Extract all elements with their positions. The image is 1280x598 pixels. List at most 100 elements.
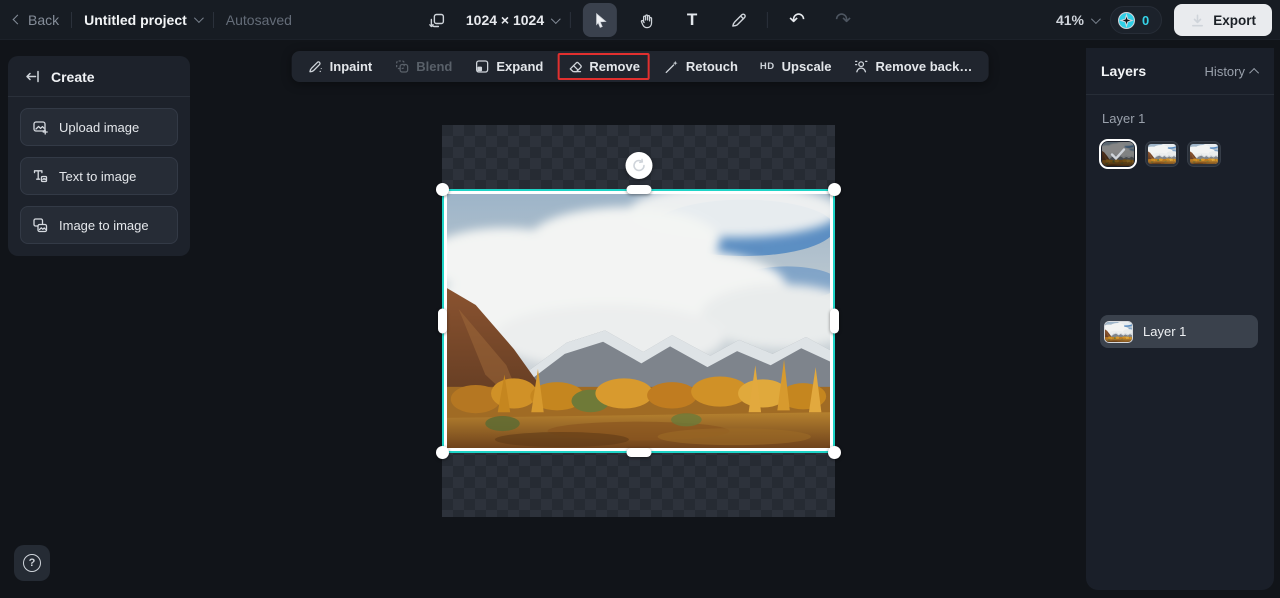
topbar-left-group: Back Untitled project Autosaved <box>0 11 292 28</box>
credits-icon <box>1118 11 1135 29</box>
layers-panel: Layers History Layer 1 Layer 1 <box>1086 48 1274 590</box>
topbar: Back Untitled project Autosaved 1024 × 1… <box>0 0 1280 40</box>
history-label: History <box>1204 63 1245 79</box>
blend-button[interactable]: Blend <box>394 59 452 74</box>
chevron-up-icon <box>1249 67 1260 78</box>
chevron-down-icon <box>1090 13 1101 24</box>
remove-background-label: Remove back… <box>875 59 973 74</box>
create-panel: Create Upload image Text to image Image … <box>8 56 190 256</box>
rotate-handle[interactable] <box>625 152 652 179</box>
export-label: Export <box>1213 12 1256 28</box>
expand-button[interactable]: Expand <box>474 59 543 74</box>
create-panel-title: Create <box>51 68 95 85</box>
canvas-size-dropdown[interactable]: 1024 × 1024 <box>465 12 561 28</box>
upscale-button[interactable]: HD Upscale <box>760 59 832 74</box>
retouch-button[interactable]: Retouch <box>664 59 738 74</box>
rotate-icon <box>631 158 646 173</box>
eraser-icon <box>567 59 582 74</box>
action-toolbar: Inpaint Blend Expand Remove Retouch HD U… <box>291 51 989 82</box>
landscape-image[interactable] <box>447 194 830 448</box>
divider <box>570 12 572 28</box>
text-tool-button[interactable]: T <box>675 3 709 37</box>
variant-thumbnails <box>1099 139 1261 169</box>
pen-icon <box>730 12 747 29</box>
text-to-image-label: Text to image <box>59 168 137 184</box>
chevron-down-icon <box>551 13 561 24</box>
resize-handle-right[interactable] <box>830 308 839 334</box>
remove-label: Remove <box>589 59 640 74</box>
tab-history[interactable]: History <box>1204 63 1260 79</box>
image-to-image-icon <box>32 217 49 234</box>
wand-icon <box>664 59 679 74</box>
divider <box>8 96 190 97</box>
draw-tool-button[interactable] <box>721 3 755 37</box>
layer-group-label: Layer 1 <box>1102 111 1146 126</box>
resize-handle-top-right[interactable] <box>828 183 841 196</box>
hand-icon <box>637 11 655 29</box>
layers-panel-header: Layers History <box>1086 48 1274 94</box>
divider <box>767 12 769 28</box>
download-icon <box>1190 13 1205 28</box>
inpaint-icon <box>308 59 323 74</box>
resize-handle-bottom-right[interactable] <box>828 446 841 459</box>
inpaint-button[interactable]: Inpaint <box>308 59 373 74</box>
create-panel-header: Create <box>8 56 190 96</box>
tab-layers[interactable]: Layers <box>1101 63 1146 79</box>
undo-button[interactable]: ↶ <box>780 3 814 37</box>
text-tool-icon: T <box>686 10 698 29</box>
upscale-label: Upscale <box>781 59 832 74</box>
divider <box>71 11 73 28</box>
expand-label: Expand <box>496 59 544 74</box>
resize-handle-top-left[interactable] <box>436 183 449 196</box>
chevron-down-icon <box>193 13 204 24</box>
upload-image-icon <box>32 119 49 136</box>
layer-list-item[interactable]: Layer 1 <box>1100 315 1258 348</box>
blend-label: Blend <box>416 59 453 74</box>
variant-thumbnail-2[interactable] <box>1145 141 1179 167</box>
divider <box>212 11 214 28</box>
retouch-label: Retouch <box>685 59 738 74</box>
image-to-image-button[interactable]: Image to image <box>20 206 178 244</box>
upload-image-button[interactable]: Upload image <box>20 108 178 146</box>
resize-handle-top[interactable] <box>626 185 651 194</box>
project-name-menu[interactable]: Untitled project <box>84 11 204 28</box>
resize-handle-bottom[interactable] <box>626 448 651 457</box>
resize-canvas-icon <box>428 12 445 29</box>
project-name: Untitled project <box>84 11 187 28</box>
help-button[interactable]: ? <box>14 545 50 581</box>
variant-thumbnail-selected[interactable] <box>1099 139 1137 169</box>
hand-tool-button[interactable] <box>629 3 663 37</box>
select-tool-button[interactable] <box>583 3 618 37</box>
credits-count: 0 <box>1142 12 1150 28</box>
layer-item-label: Layer 1 <box>1143 324 1187 339</box>
redo-icon: ↷ <box>835 9 852 31</box>
help-icon: ? <box>23 554 41 572</box>
autosave-status: Autosaved <box>225 11 292 28</box>
upload-image-label: Upload image <box>59 119 140 135</box>
remove-background-icon <box>854 59 869 74</box>
chevron-left-icon <box>12 14 23 25</box>
inpaint-label: Inpaint <box>329 59 373 74</box>
topbar-center-group: 1024 × 1024 T ↶ ↷ <box>420 0 860 40</box>
credits-pill[interactable]: 0 <box>1110 6 1163 34</box>
divider <box>1086 94 1274 95</box>
text-to-image-icon <box>32 168 49 185</box>
variant-thumbnail-3[interactable] <box>1187 141 1221 167</box>
remove-button[interactable]: Remove <box>557 53 650 80</box>
redo-button[interactable]: ↷ <box>826 3 860 37</box>
back-button[interactable]: Back <box>12 12 59 28</box>
resize-handle-left[interactable] <box>438 308 447 334</box>
export-button[interactable]: Export <box>1174 4 1272 36</box>
resize-canvas-button[interactable] <box>420 3 454 37</box>
collapse-panel-icon[interactable] <box>24 68 41 85</box>
resize-handle-bottom-left[interactable] <box>436 446 449 459</box>
expand-icon <box>474 59 489 74</box>
topbar-right-group: 41% 0 Export <box>1056 0 1272 40</box>
remove-background-button[interactable]: Remove back… <box>854 59 973 74</box>
canvas-size-label: 1024 × 1024 <box>465 12 545 28</box>
undo-icon: ↶ <box>789 9 806 31</box>
text-to-image-button[interactable]: Text to image <box>20 157 178 195</box>
zoom-dropdown[interactable]: 41% <box>1056 12 1101 28</box>
selected-image[interactable] <box>436 152 841 459</box>
hd-icon: HD <box>759 61 775 72</box>
